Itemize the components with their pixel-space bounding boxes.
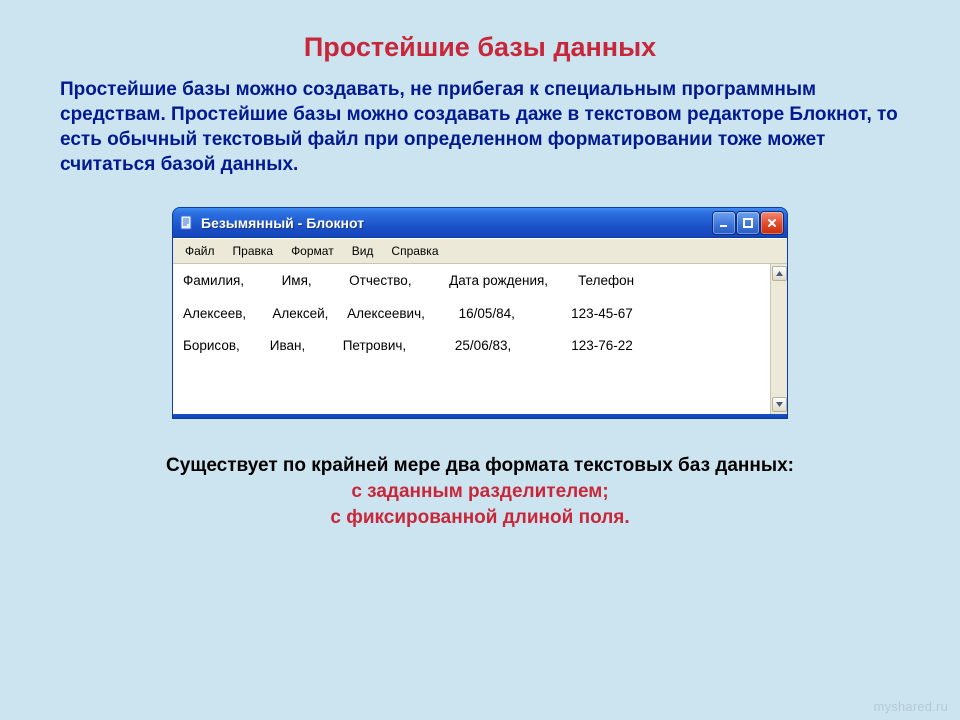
- window-buttons: [713, 212, 783, 234]
- scroll-up-button[interactable]: [772, 266, 787, 281]
- vertical-scrollbar[interactable]: [770, 264, 787, 414]
- format-line-1: с заданным разделителем;: [60, 481, 900, 503]
- client-area: Фамилия, Имя, Отчество, Дата рождения, Т…: [173, 264, 787, 414]
- window-title: Безымянный - Блокнот: [201, 215, 713, 231]
- minimize-button[interactable]: [713, 212, 735, 234]
- slide: Простейшие базы данных Простейшие базы м…: [0, 0, 960, 720]
- notepad-window-wrap: Безымянный - Блокнот Файл Правка Форма: [172, 207, 788, 419]
- close-button[interactable]: [761, 212, 783, 234]
- menu-edit[interactable]: Правка: [225, 242, 282, 260]
- menu-format[interactable]: Формат: [283, 242, 342, 260]
- text-row-blank: [183, 323, 760, 337]
- scroll-down-button[interactable]: [772, 397, 787, 412]
- text-row-blank: [183, 291, 760, 305]
- intro-paragraph: Простейшие базы можно создавать, не приб…: [60, 77, 900, 177]
- maximize-button[interactable]: [737, 212, 759, 234]
- notepad-window: Безымянный - Блокнот Файл Правка Форма: [172, 207, 788, 419]
- menu-view[interactable]: Вид: [344, 242, 382, 260]
- titlebar[interactable]: Безымянный - Блокнот: [173, 208, 787, 238]
- format-line-2: с фиксированной длиной поля.: [60, 507, 900, 529]
- window-bottom-border: [173, 414, 787, 418]
- slide-title: Простейшие базы данных: [60, 32, 900, 63]
- notepad-icon: [179, 215, 195, 231]
- text-row: Фамилия, Имя, Отчество, Дата рождения, Т…: [183, 272, 760, 290]
- formats-intro: Существует по крайней мере два формата т…: [60, 455, 900, 477]
- menu-file[interactable]: Файл: [177, 242, 223, 260]
- text-row: Борисов, Иван, Петрович, 25/06/83, 123-7…: [183, 337, 760, 355]
- text-row: Алексеев, Алексей, Алексеевич, 16/05/84,…: [183, 305, 760, 323]
- menubar: Файл Правка Формат Вид Справка: [173, 238, 787, 264]
- menu-help[interactable]: Справка: [383, 242, 446, 260]
- watermark: myshared.ru: [874, 699, 948, 714]
- text-area[interactable]: Фамилия, Имя, Отчество, Дата рождения, Т…: [173, 264, 770, 414]
